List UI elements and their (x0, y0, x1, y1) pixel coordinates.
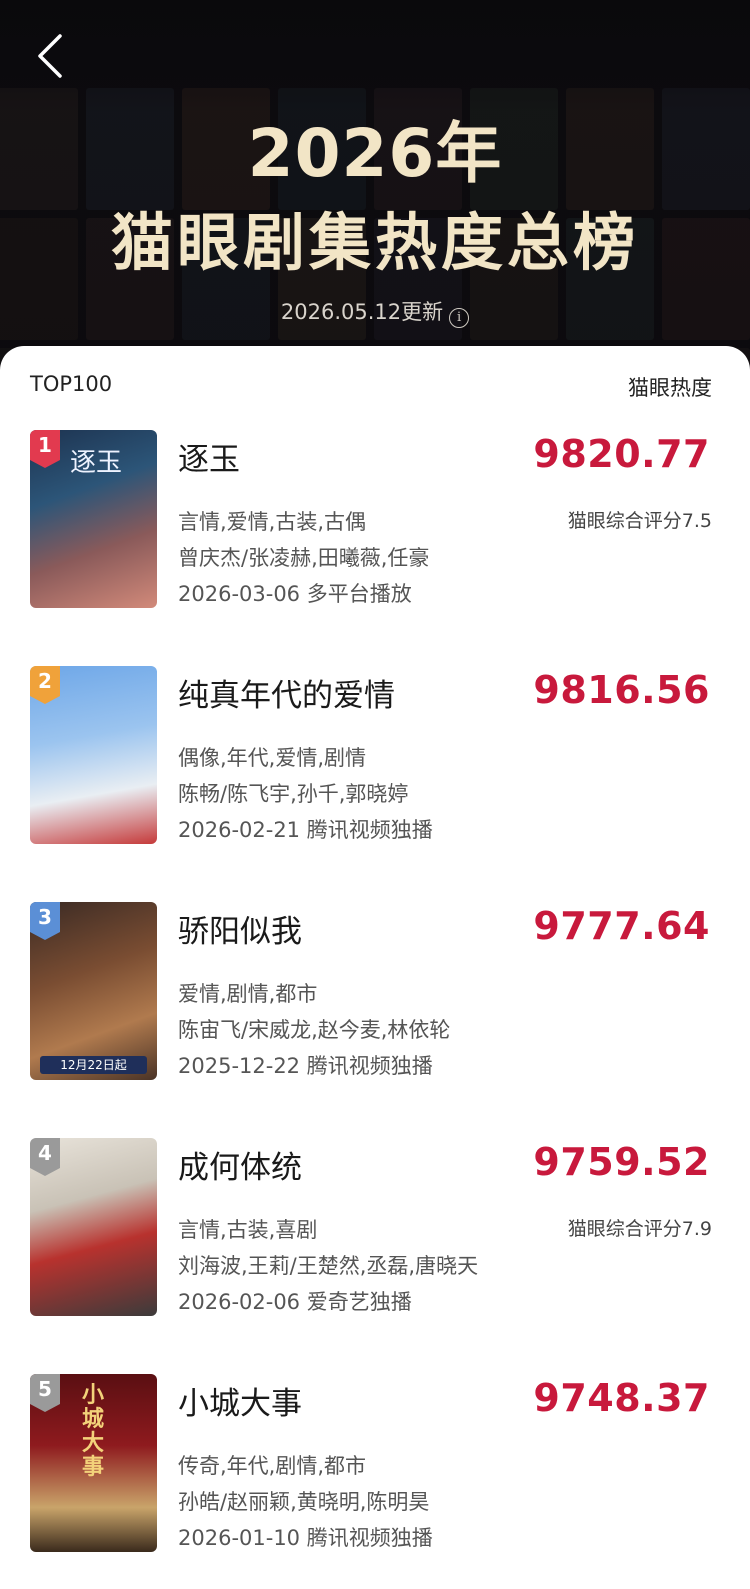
list-header-heat-label: 猫眼热度 (628, 376, 712, 400)
drama-title: 纯真年代的爱情 (178, 678, 395, 714)
heat-score: 9759.52 (533, 1140, 710, 1184)
release-info: 2025-12-22 腾讯视频独播 (178, 1054, 433, 1078)
rank-badge: 1 (30, 430, 60, 468)
poster-date-label: 12月22日起 (40, 1056, 147, 1074)
ranking-item-5[interactable]: 小城大事 5 小城大事 9748.37 传奇,年代,剧情,都市 孙皓/赵丽颖,黄… (30, 1374, 712, 1554)
drama-title: 成何体统 (178, 1150, 302, 1186)
rank-badge: 3 (30, 902, 60, 940)
cast-list: 陈宙飞/宋威龙,赵今麦,林依轮 (178, 1018, 451, 1042)
genre-tags: 偶像,年代,爱情,剧情 (178, 746, 367, 770)
info-icon[interactable]: i (449, 308, 470, 328)
release-info: 2026-03-06 多平台播放 (178, 582, 412, 606)
rank-badge: 2 (30, 666, 60, 704)
ranking-item-3[interactable]: 12月22日起 3 骄阳似我 9777.64 爱情,剧情,都市 陈宙飞/宋威龙,… (30, 902, 712, 1082)
header-banner: 2026年 猫眼剧集热度总榜 2026.05.12更新 i (0, 0, 750, 372)
rank-badge: 5 (30, 1374, 60, 1412)
drama-title: 骄阳似我 (178, 914, 302, 950)
poster-image: 小城大事 5 (30, 1374, 157, 1552)
genre-tags: 言情,爱情,古装,古偶 (178, 510, 367, 534)
heat-score: 9816.56 (533, 668, 710, 712)
heat-score: 9748.37 (533, 1376, 710, 1420)
cast-list: 陈畅/陈飞宇,孙千,郭晓婷 (178, 782, 409, 806)
page-title: 猫眼剧集热度总榜 (110, 206, 639, 279)
poster-image: 逐玉 1 (30, 430, 157, 608)
release-info: 2026-02-06 爱奇艺独播 (178, 1290, 412, 1314)
chevron-left-icon (38, 34, 62, 78)
poster-calligraphy: 小城大事 (81, 1383, 104, 1480)
cast-list: 孙皓/赵丽颖,黄晓明,陈明昊 (178, 1490, 430, 1514)
heat-score: 9820.77 (533, 432, 710, 476)
genre-tags: 言情,古装,喜剧 (178, 1218, 318, 1242)
poster-image: 2 (30, 666, 157, 844)
list-header-top100: TOP100 (30, 372, 113, 396)
back-button[interactable] (28, 30, 72, 82)
ranking-item-1[interactable]: 逐玉 1 逐玉 9820.77 言情,爱情,古装,古偶 猫眼综合评分7.5 曾庆… (30, 430, 712, 610)
genre-tags: 爱情,剧情,都市 (178, 982, 318, 1006)
cast-list: 刘海波,王莉/王楚然,丞磊,唐晓天 (178, 1254, 479, 1278)
rank-badge: 4 (30, 1138, 60, 1176)
heat-score: 9777.64 (533, 904, 710, 948)
maoyan-rating: 猫眼综合评分7.9 (567, 1218, 712, 1240)
update-time: 2026.05.12更新 (280, 300, 444, 324)
poster-calligraphy: 逐玉 (70, 448, 123, 478)
poster-image: 12月22日起 3 (30, 902, 157, 1080)
page-title-year: 2026年 (247, 115, 503, 192)
list-header: TOP100 猫眼热度 (30, 372, 712, 402)
drama-title: 逐玉 (178, 442, 240, 478)
release-info: 2026-02-21 腾讯视频独播 (178, 818, 433, 842)
maoyan-rating: 猫眼综合评分7.5 (567, 510, 712, 532)
cast-list: 曾庆杰/张凌赫,田曦薇,任豪 (178, 546, 430, 570)
poster-image: 4 (30, 1138, 157, 1316)
drama-title: 小城大事 (178, 1386, 302, 1422)
release-info: 2026-01-10 腾讯视频独播 (178, 1526, 433, 1550)
ranking-item-4[interactable]: 4 成何体统 9759.52 言情,古装,喜剧 猫眼综合评分7.9 刘海波,王莉… (30, 1138, 712, 1318)
ranking-item-2[interactable]: 2 纯真年代的爱情 9816.56 偶像,年代,爱情,剧情 陈畅/陈飞宇,孙千,… (30, 666, 712, 846)
ranking-card: TOP100 猫眼热度 逐玉 1 逐玉 9820.77 言情,爱情,古装,古偶 … (0, 346, 750, 1589)
genre-tags: 传奇,年代,剧情,都市 (178, 1454, 367, 1478)
update-time-row: 2026.05.12更新 i (0, 296, 750, 328)
